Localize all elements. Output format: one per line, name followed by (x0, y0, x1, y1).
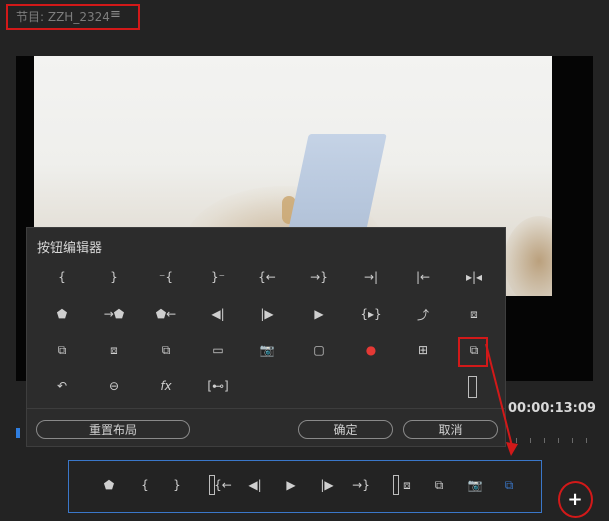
clear-in-icon[interactable]: ⁻{ (151, 266, 181, 288)
button-editor-dialog: 按钮编辑器 {} ⁻{ }⁻ {← →} →| |← ▸|◂ ⬟ →⬟ ⬟← ◀| |▶ ▶ {▸} ⤴ ⧈ ⧉ ⧈… (26, 227, 506, 447)
safe-margins-icon[interactable]: ▭ (203, 339, 233, 361)
go-to-prev-edit-icon[interactable]: |← (408, 266, 438, 288)
add-button-icon[interactable]: + (566, 489, 584, 510)
ruler-tick (586, 438, 587, 443)
transport-control-bar: ⬟ {} {← ◀| ▶ |▶ →} ⧈ ⧉ 📷 ⧉ (68, 460, 542, 513)
closed-captions-icon[interactable]: ▢ (304, 339, 334, 361)
step-forward-icon[interactable]: |▶ (252, 303, 282, 325)
mark-in-icon[interactable]: { (132, 474, 158, 496)
ruler-tick (572, 438, 573, 443)
dialog-title: 按钮编辑器 (37, 241, 103, 256)
add-marker-out-icon[interactable]: } (99, 266, 129, 288)
lift-icon[interactable]: ⧈ (459, 303, 489, 325)
extract-icon[interactable]: ⧉ (47, 339, 77, 361)
vr-video-icon[interactable]: ⊖ (99, 375, 129, 397)
record-icon[interactable]: ● (356, 339, 386, 361)
play-icon[interactable]: ▶ (304, 303, 334, 325)
add-marker-in-icon[interactable]: { (47, 266, 77, 288)
insert-icon[interactable]: ⧈ (394, 474, 420, 496)
reset-layout-button[interactable]: 重置布局 (36, 420, 190, 439)
ruler-tick (544, 438, 545, 443)
multi-camera-icon[interactable]: ⊞ (408, 339, 438, 361)
program-title[interactable]: 节目: ZZH_2324 (16, 8, 110, 25)
overwrite-icon[interactable]: ⧉ (151, 339, 181, 361)
go-to-out-icon[interactable]: →} (304, 266, 334, 288)
play-in-to-out-icon[interactable]: {▸} (356, 303, 386, 325)
go-to-out-icon[interactable]: →} (348, 474, 374, 496)
step-back-icon[interactable]: ◀| (242, 474, 268, 496)
mark-out-icon[interactable]: } (164, 474, 190, 496)
insert-icon[interactable]: ⧈ (99, 339, 129, 361)
ok-button[interactable]: 确定 (298, 420, 393, 439)
go-to-in-icon[interactable]: {← (252, 266, 282, 288)
step-back-icon[interactable]: ◀| (203, 303, 233, 325)
go-to-next-edit-icon[interactable]: →| (356, 266, 386, 288)
undo-icon[interactable]: ↶ (47, 375, 77, 397)
timecode-display[interactable]: 00:00:13:09 (508, 401, 596, 416)
comparison-view-icon[interactable]: ⧉ (496, 474, 522, 496)
go-to-prev-marker-icon[interactable]: ⬟← (151, 303, 181, 325)
go-to-in-icon[interactable]: {← (210, 474, 236, 496)
ruler-tick (558, 438, 559, 443)
add-marker-icon[interactable]: ⬟ (47, 303, 77, 325)
overwrite-icon[interactable]: ⧉ (426, 474, 452, 496)
spacer-icon[interactable] (468, 376, 477, 398)
trim-edit-icon[interactable]: ▸|◂ (459, 266, 489, 288)
annotation-arrow (485, 343, 518, 456)
play-around-icon[interactable]: ⤴ (408, 303, 438, 325)
background-blur (504, 216, 552, 296)
go-to-next-marker-icon[interactable]: →⬟ (99, 303, 129, 325)
playhead[interactable] (16, 428, 20, 438)
step-forward-icon[interactable]: |▶ (314, 474, 340, 496)
fx-bypass-icon[interactable]: fx (151, 375, 181, 397)
hamburger-menu-icon[interactable]: ≡ (110, 7, 121, 22)
export-frame-icon[interactable]: 📷 (252, 339, 282, 361)
play-icon[interactable]: ▶ (278, 474, 304, 496)
add-marker-icon[interactable]: ⬟ (96, 474, 122, 496)
drop-frame-icon[interactable]: [⊷] (203, 375, 233, 397)
export-frame-icon[interactable]: 📷 (462, 474, 488, 496)
ruler-tick (530, 438, 531, 443)
divider (27, 408, 505, 409)
clear-out-icon[interactable]: }⁻ (203, 266, 233, 288)
